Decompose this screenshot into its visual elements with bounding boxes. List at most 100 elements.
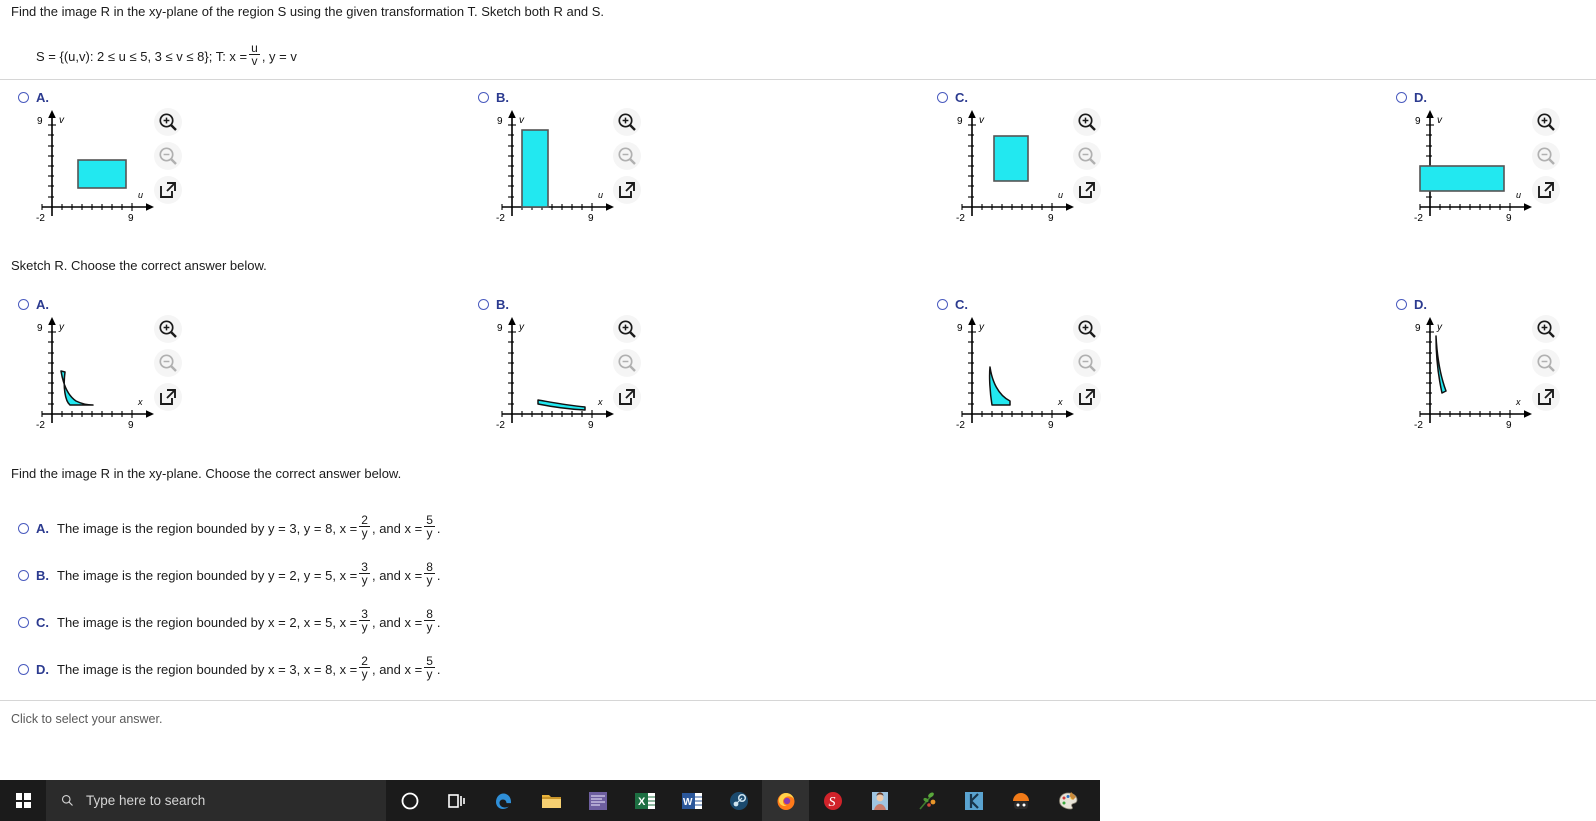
robot-app-button[interactable] [997,780,1044,821]
option-row1-a[interactable]: A. [18,90,49,105]
expand-button-row1-b[interactable] [613,176,641,204]
svg-text:9: 9 [1048,213,1054,223]
svg-text:v: v [59,115,65,126]
blue-k-button[interactable] [950,780,997,821]
svg-text:X: X [638,796,646,808]
fraction-numerator: 5 [426,513,433,527]
zoom-in-icon [1537,320,1555,338]
zoom-in-button-row2-a[interactable] [154,315,182,343]
expand-button-row2-c[interactable] [1073,383,1101,411]
text-answer-b-fraction-2: 8 y [424,560,435,586]
text-answer-d[interactable]: D. The image is the region bounded by x … [18,655,441,681]
option-row2-c[interactable]: C. [937,297,968,312]
zoom-out-button-row1-d[interactable] [1532,142,1560,170]
svg-text:9: 9 [1048,420,1054,430]
paint-icon [1058,791,1077,809]
zoom-out-icon [1537,354,1555,372]
fraction-numerator: 8 [426,560,433,574]
word-button[interactable]: W [668,780,715,821]
cortana-button[interactable] [386,780,433,821]
edge-button[interactable] [480,780,527,821]
expand-button-row1-d[interactable] [1532,176,1560,204]
photo-app-button[interactable] [856,780,903,821]
option-row1-c[interactable]: C. [937,90,968,105]
paint-button[interactable] [1044,780,1091,821]
fraction-denominator: y [361,667,368,681]
taskbar-search-box[interactable]: Type here to search [46,780,386,821]
expand-button-row2-a[interactable] [154,383,182,411]
zoom-in-button-row2-d[interactable] [1532,315,1560,343]
excel-button[interactable]: X [621,780,668,821]
zoom-in-button-row2-b[interactable] [613,315,641,343]
text-answer-b[interactable]: B. The image is the region bounded by y … [18,560,441,587]
plant-app-button[interactable] [903,780,950,821]
text-answer-d-letter: D. [36,661,49,677]
zoom-out-button-row2-a[interactable] [154,349,182,377]
svg-text:9: 9 [957,116,963,127]
zoom-in-button-row2-c[interactable] [1073,315,1101,343]
zoom-out-icon [1078,147,1096,165]
radio-row2-a[interactable] [18,299,29,310]
option-row2-d[interactable]: D. [1396,297,1427,312]
text-answer-c-pre: The image is the region bounded by x = 2… [57,614,358,630]
svg-text:9: 9 [1506,213,1512,223]
expand-button-row2-d[interactable] [1532,383,1560,411]
expand-button-row1-c[interactable] [1073,176,1101,204]
radio-row1-d[interactable] [1396,92,1407,103]
svg-text:9: 9 [588,213,594,223]
radio-row1-c[interactable] [937,92,948,103]
zoom-out-button-row2-c[interactable] [1073,349,1101,377]
start-button[interactable] [0,780,46,821]
text-answer-a[interactable]: A. The image is the region bounded by y … [18,513,441,540]
zoom-out-button-row2-d[interactable] [1532,349,1560,377]
svg-text:y: y [58,322,65,333]
zoom-out-button-row1-c[interactable] [1073,142,1101,170]
zoom-in-button-row1-b[interactable] [613,108,641,136]
option-row2-a[interactable]: A. [18,297,49,312]
radio-row2-d[interactable] [1396,299,1407,310]
file-explorer-button[interactable] [527,780,574,821]
zoom-out-button-row2-b[interactable] [613,349,641,377]
svg-text:-2: -2 [496,213,505,223]
app-red-s-button[interactable]: S [809,780,856,821]
option-row2-b[interactable]: B. [478,297,509,312]
radio-text-answer-b[interactable] [18,569,29,581]
firefox-button[interactable] [762,780,809,821]
tools-row2-c [1073,315,1101,417]
zoom-in-button-row1-d[interactable] [1532,108,1560,136]
svg-text:9: 9 [588,420,594,430]
radio-row2-c[interactable] [937,299,948,310]
radio-row1-a[interactable] [18,92,29,103]
radio-text-answer-c[interactable] [18,616,29,628]
question-prompt: Find the image R in the xy-plane of the … [11,4,605,19]
zoom-in-button-row1-a[interactable] [154,108,182,136]
svg-text:9: 9 [497,116,503,127]
svg-text:u: u [1058,190,1063,200]
expand-button-row1-a[interactable] [154,176,182,204]
zoom-out-button-row1-a[interactable] [154,142,182,170]
text-answer-c-post: . [436,614,441,630]
u-over-v-fraction: u v [249,42,260,67]
option-row1-b[interactable]: B. [478,90,509,105]
steam-button[interactable] [715,780,762,821]
zoom-in-icon [159,113,177,131]
graph-row1-b: v u -2 9 9 [490,108,620,223]
option-row1-d[interactable]: D. [1396,90,1427,105]
radio-text-answer-d[interactable] [18,663,29,675]
expand-button-row2-b[interactable] [613,383,641,411]
graph-row1-c-svg: v u -2 9 9 [956,110,1074,223]
zoom-out-button-row1-b[interactable] [613,142,641,170]
radio-row2-b[interactable] [478,299,489,310]
radio-text-answer-a[interactable] [18,522,29,534]
zoom-in-button-row1-c[interactable] [1073,108,1101,136]
radio-row1-b[interactable] [478,92,489,103]
svg-text:-2: -2 [1414,420,1423,430]
app-purple-button[interactable] [574,780,621,821]
text-answer-b-mid: , and x = [371,567,423,583]
svg-text:-2: -2 [956,420,965,430]
task-view-button[interactable] [433,780,480,821]
text-answer-c[interactable]: C. The image is the region bounded by x … [18,608,441,634]
option-row1-b-label: B. [496,90,509,105]
fraction-denominator: y [426,620,433,634]
svg-text:9: 9 [1506,420,1512,430]
